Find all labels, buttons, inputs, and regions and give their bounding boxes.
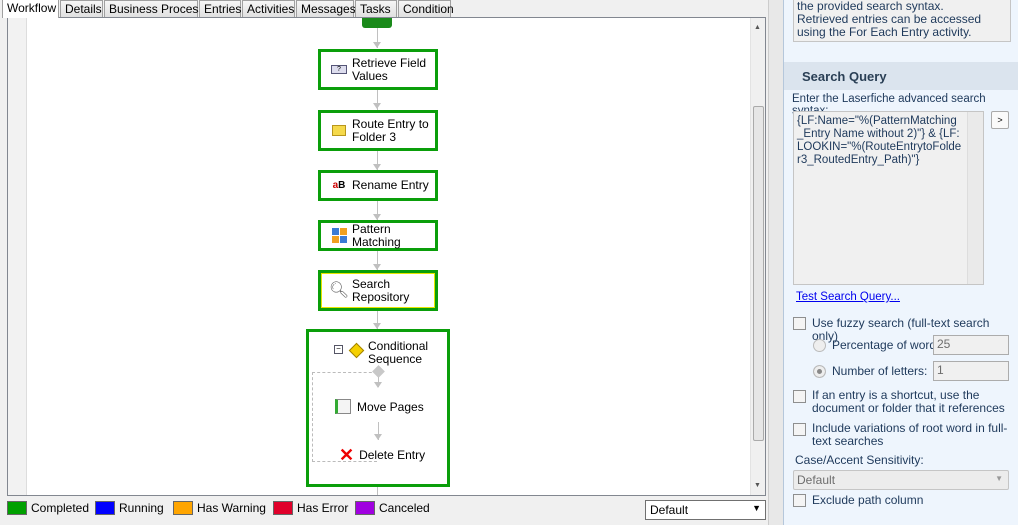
test-search-query-link[interactable]: Test Search Query... xyxy=(796,291,900,303)
insert-token-button[interactable]: > xyxy=(991,111,1009,129)
panel-splitter[interactable] xyxy=(768,0,783,525)
percentage-label: Percentage of word: xyxy=(832,338,940,352)
activity-pattern-matching[interactable]: Pattern Matching xyxy=(318,220,438,251)
variations-checkbox[interactable] xyxy=(793,423,806,436)
folder-icon xyxy=(331,123,347,139)
legend-running: Running xyxy=(95,501,164,515)
magnifier-icon: 🔍︎ xyxy=(328,282,350,299)
tab-messages[interactable]: Messages xyxy=(296,0,356,17)
activity-route-entry[interactable]: Route Entry to Folder 3 xyxy=(318,110,438,151)
case-select[interactable]: Default ▼ xyxy=(793,470,1009,490)
chevron-down-icon: ▼ xyxy=(995,474,1003,483)
legend-completed: Completed xyxy=(7,501,89,515)
query-textarea[interactable]: {LF:Name="%(PatternMatching_Entry Name w… xyxy=(793,111,984,285)
rename-icon: aB xyxy=(332,180,346,191)
scroll-down-icon[interactable]: ▼ xyxy=(754,482,761,489)
legend-warning: Has Warning xyxy=(173,501,266,515)
percentage-spinner[interactable]: 25 xyxy=(933,335,1009,355)
description-box: the provided search syntax. Retrieved en… xyxy=(793,0,1011,42)
delete-icon: ✕ xyxy=(339,445,355,465)
activity-label: Delete Entry xyxy=(359,448,426,462)
tab-entries[interactable]: Entries xyxy=(199,0,241,17)
tab-activities[interactable]: Activities xyxy=(242,0,295,17)
tab-condition[interactable]: Condition xyxy=(398,0,454,17)
properties-panel: the provided search syntax. Retrieved en… xyxy=(783,0,1018,525)
start-node[interactable] xyxy=(362,18,392,28)
view-select[interactable]: Default ▼ xyxy=(645,500,766,520)
legend-error: Has Error xyxy=(273,501,348,515)
canvas-margin xyxy=(8,18,27,495)
activity-search-repository[interactable]: 🔍︎ Search Repository xyxy=(318,270,438,311)
exclude-path-label: Exclude path column xyxy=(812,493,924,507)
pattern-matching-icon xyxy=(331,228,347,244)
exclude-path-checkbox[interactable] xyxy=(793,494,806,507)
scrollbar-thumb[interactable] xyxy=(753,106,764,441)
retrieve-field-values-icon: ? xyxy=(331,62,347,78)
activity-label: Route Entry to Folder 3 xyxy=(352,116,429,144)
conditional-label: Conditional Sequence xyxy=(368,339,429,366)
section-title: Search Query xyxy=(784,62,1018,90)
activity-label: Rename Entry xyxy=(352,178,429,192)
view-select-value: Default xyxy=(650,503,689,517)
query-scrollbar[interactable] xyxy=(967,112,983,284)
move-pages-icon xyxy=(335,399,351,414)
shortcut-label: If an entry is a shortcut, use the docum… xyxy=(812,388,1005,415)
query-text: {LF:Name="%(PatternMatching_Entry Name w… xyxy=(797,115,962,166)
letters-spinner[interactable]: 1 xyxy=(933,361,1009,381)
tab-details[interactable]: Details xyxy=(60,0,103,17)
scroll-up-icon[interactable]: ▲ xyxy=(754,24,761,31)
condition-icon xyxy=(348,342,365,359)
letters-radio[interactable] xyxy=(813,365,826,378)
tab-tasks[interactable]: Tasks xyxy=(355,0,397,17)
legend-canceled: Canceled xyxy=(355,501,430,515)
conditional-sequence[interactable]: − Conditional Sequence Move Pages ✕ Dele… xyxy=(306,329,450,487)
case-label: Case/Accent Sensitivity: xyxy=(795,453,924,467)
activity-delete-entry[interactable]: ✕ Delete Entry xyxy=(339,445,426,465)
tab-business-process[interactable]: Business Process xyxy=(104,0,204,17)
activity-retrieve-field-values[interactable]: ? Retrieve Field Values xyxy=(318,49,438,90)
chevron-down-icon: ▼ xyxy=(752,503,761,513)
fuzzy-search-checkbox[interactable] xyxy=(793,317,806,330)
percentage-radio[interactable] xyxy=(813,339,826,352)
activity-label: Retrieve Field Values xyxy=(352,55,427,83)
tab-workflow[interactable]: Workflow xyxy=(2,0,59,18)
description-text: the provided search syntax. Retrieved en… xyxy=(797,0,982,39)
letters-label: Number of letters: xyxy=(832,364,928,378)
collapse-icon[interactable]: − xyxy=(334,345,343,354)
shortcut-checkbox[interactable] xyxy=(793,390,806,403)
activity-label: Pattern Matching xyxy=(352,221,401,249)
variations-label: Include variations of root word in full-… xyxy=(812,421,1008,448)
activity-rename-entry[interactable]: aB Rename Entry xyxy=(318,170,438,201)
activity-move-pages[interactable]: Move Pages xyxy=(335,399,424,414)
vertical-scrollbar[interactable]: ▲ ▼ xyxy=(750,18,765,495)
activity-label: Search Repository xyxy=(352,276,410,304)
activity-label: Move Pages xyxy=(357,399,424,414)
